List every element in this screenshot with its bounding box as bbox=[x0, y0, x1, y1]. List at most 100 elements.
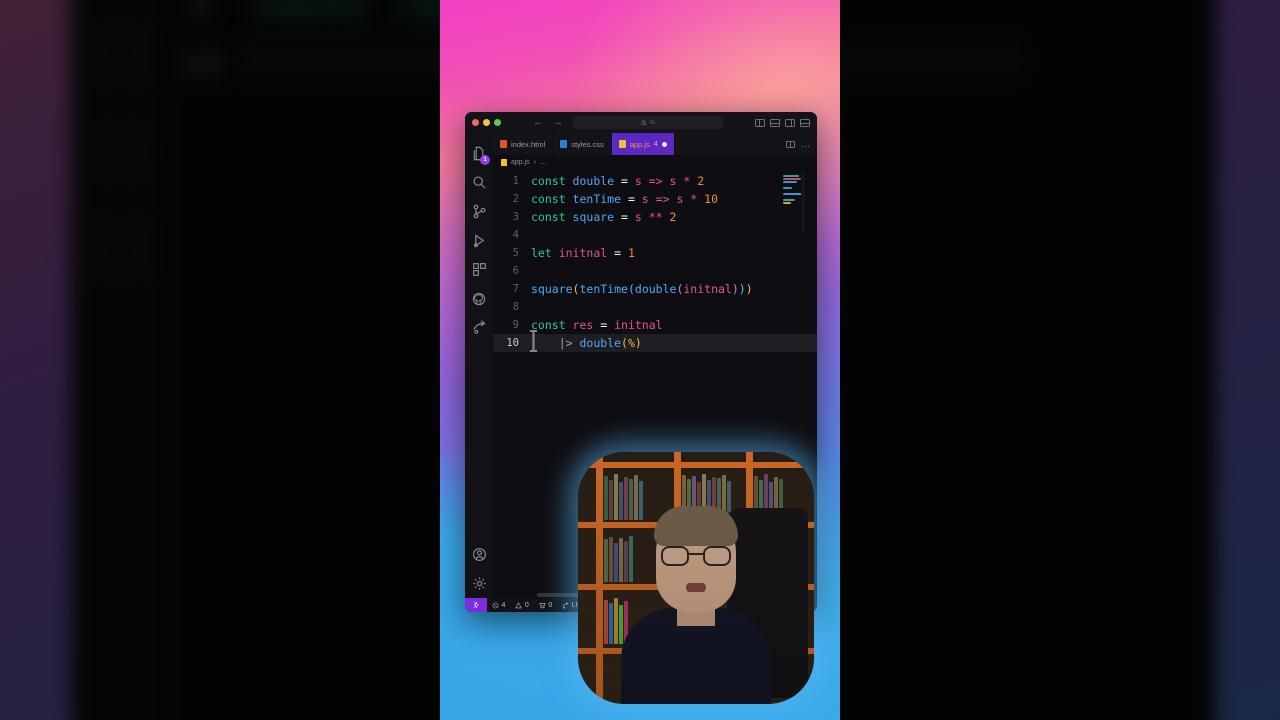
webcam-presenter-overlay[interactable] bbox=[578, 452, 814, 704]
code-line[interactable]: 7 square(tenTime(double(initnal))) bbox=[493, 280, 817, 298]
code-line[interactable]: 4 bbox=[493, 226, 817, 244]
token: * bbox=[676, 174, 698, 188]
back-arrow-icon[interactable]: ← bbox=[533, 117, 543, 128]
tab-label: app.js bbox=[629, 139, 650, 149]
token: const bbox=[531, 210, 573, 224]
toggle-secondary-sidebar-icon[interactable] bbox=[785, 118, 795, 127]
github-icon bbox=[472, 292, 486, 305]
problems-warnings[interactable]: 0 bbox=[510, 602, 533, 609]
token: = bbox=[607, 246, 628, 260]
sidebar-item-search[interactable] bbox=[465, 168, 493, 197]
layout-toggle-group[interactable] bbox=[755, 118, 810, 127]
sidebar-item-explorer[interactable]: 1 bbox=[465, 139, 493, 168]
unsaved-indicator-icon[interactable] bbox=[661, 141, 667, 147]
breadcrumb[interactable]: app.js › … bbox=[493, 155, 817, 169]
customize-layout-icon[interactable] bbox=[800, 118, 810, 127]
code-line[interactable]: 8 bbox=[493, 298, 817, 316]
command-center-search[interactable]: ts bbox=[573, 116, 723, 129]
token: s bbox=[641, 192, 649, 206]
live-share-icon bbox=[562, 601, 569, 608]
token: = bbox=[593, 318, 615, 332]
breadcrumb-file[interactable]: app.js bbox=[511, 159, 530, 166]
code-line[interactable]: 6 bbox=[493, 262, 817, 280]
source-control-icon bbox=[473, 204, 485, 219]
line-text[interactable]: |> double(%) bbox=[531, 334, 642, 352]
tab-bar: index.html styles.css app.js 4 … bbox=[493, 133, 817, 155]
token: 2 bbox=[697, 174, 705, 188]
problems-errors[interactable]: 4 bbox=[487, 602, 510, 609]
remote-window-button[interactable] bbox=[465, 598, 487, 612]
line-text[interactable]: const res = initnal bbox=[531, 316, 663, 334]
line-text[interactable]: const square = s ** 2 bbox=[531, 208, 676, 226]
traffic-lights[interactable] bbox=[472, 119, 501, 126]
token: ) bbox=[731, 282, 739, 296]
line-text[interactable]: const tenTime = s => s * 10 bbox=[531, 190, 718, 208]
code-line[interactable]: 3 const square = s ** 2 bbox=[493, 208, 817, 226]
toggle-panel-icon[interactable] bbox=[770, 118, 780, 127]
token: const bbox=[531, 174, 573, 188]
line-text[interactable]: let initnal = 1 bbox=[531, 244, 635, 262]
breadcrumb-separator: › bbox=[533, 158, 537, 166]
minimap-slider[interactable] bbox=[801, 173, 805, 233]
maximize-window-button[interactable] bbox=[494, 119, 501, 126]
editor-actions: … bbox=[779, 133, 817, 155]
line-number: 3 bbox=[512, 211, 519, 223]
extensions-icon bbox=[472, 263, 486, 276]
search-icon bbox=[472, 176, 486, 189]
code-lines[interactable]: 1 const double = s => s * 2 2 const tenTime… bbox=[493, 169, 817, 352]
line-number: 4 bbox=[512, 229, 519, 241]
token: = bbox=[614, 210, 635, 224]
minimap[interactable] bbox=[783, 173, 805, 233]
minimize-window-button[interactable] bbox=[483, 119, 490, 126]
accounts-button[interactable] bbox=[465, 540, 493, 569]
tab-styles-css[interactable]: styles.css bbox=[553, 133, 612, 155]
error-count: 4 bbox=[501, 601, 506, 609]
line-number: 6 bbox=[512, 265, 519, 277]
line-number: 8 bbox=[512, 301, 519, 313]
line-text[interactable]: const double = s => s * 2 bbox=[531, 172, 704, 190]
search-icon bbox=[641, 119, 647, 126]
breadcrumb-trail[interactable]: … bbox=[540, 159, 547, 166]
code-line[interactable]: 5 let initnal = 1 bbox=[493, 244, 817, 262]
token: tenTime bbox=[572, 192, 622, 206]
token: ** bbox=[641, 210, 670, 224]
navigation-arrows[interactable]: ← → bbox=[533, 117, 563, 128]
sidebar-item-run-and-debug[interactable] bbox=[465, 226, 493, 255]
token: square bbox=[531, 282, 573, 296]
js-file-icon bbox=[501, 158, 507, 166]
explorer-badge: 1 bbox=[480, 155, 490, 165]
token: initnal bbox=[614, 318, 663, 332]
token: const bbox=[531, 192, 573, 206]
close-window-button[interactable] bbox=[472, 119, 479, 126]
code-line[interactable]: 9 const res = initnal bbox=[493, 316, 817, 334]
run-debug-icon bbox=[473, 234, 484, 248]
split-editor-icon[interactable] bbox=[786, 140, 795, 148]
vertical-video-frame: ← → ts 1 index.html styles.css app.js 4 … bbox=[440, 0, 840, 720]
forwarded-ports[interactable]: 0 bbox=[534, 602, 557, 609]
code-line[interactable]: 2 const tenTime = s => s * 10 bbox=[493, 190, 817, 208]
forward-arrow-icon[interactable]: → bbox=[553, 117, 563, 128]
token: square bbox=[572, 210, 615, 224]
line-number: 7 bbox=[512, 283, 519, 295]
tab-app-js[interactable]: app.js 4 bbox=[611, 133, 675, 155]
js-file-icon bbox=[618, 140, 626, 148]
title-bar: ← → ts bbox=[465, 112, 817, 133]
token: tenTime bbox=[579, 282, 628, 296]
sidebar-item-github[interactable] bbox=[465, 284, 493, 313]
token: => bbox=[648, 192, 677, 206]
activity-bar: 1 bbox=[465, 133, 493, 598]
warning-icon bbox=[515, 601, 523, 608]
token: 10 bbox=[704, 192, 719, 206]
settings-button[interactable] bbox=[465, 569, 493, 598]
line-text[interactable]: square(tenTime(double(initnal))) bbox=[531, 280, 753, 298]
code-line[interactable]: 10 |> double(%) bbox=[493, 330, 817, 352]
line-number: 9 bbox=[512, 319, 519, 331]
line-number: 5 bbox=[512, 247, 519, 259]
sidebar-item-live-share[interactable] bbox=[465, 313, 493, 342]
token: * bbox=[683, 192, 705, 206]
code-line[interactable]: 1 const double = s => s * 2 bbox=[493, 172, 817, 190]
sidebar-item-source-control[interactable] bbox=[465, 197, 493, 226]
tab-index-html[interactable]: index.html bbox=[493, 133, 554, 155]
sidebar-item-extensions[interactable] bbox=[465, 255, 493, 284]
toggle-primary-sidebar-icon[interactable] bbox=[755, 118, 765, 127]
